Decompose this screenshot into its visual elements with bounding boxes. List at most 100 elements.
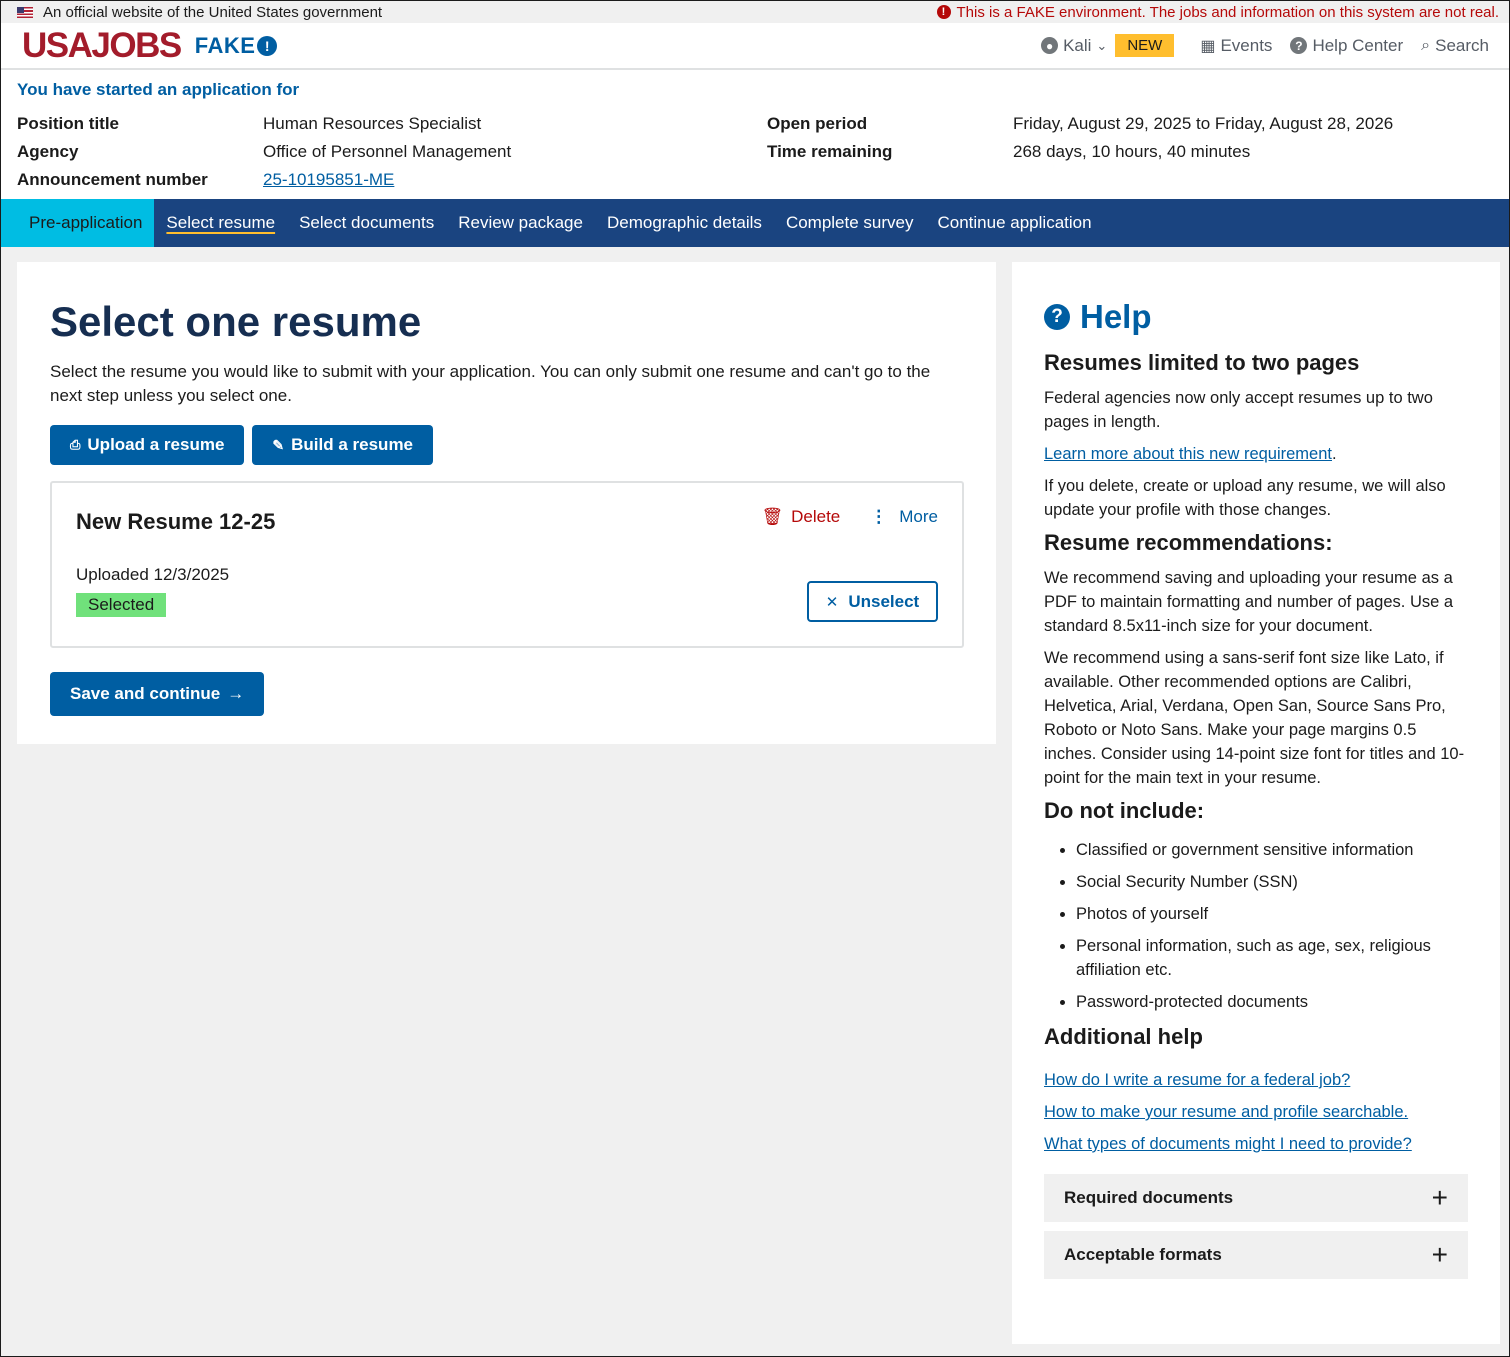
more-label: More (899, 507, 938, 526)
calendar-icon: ▦ (1200, 37, 1216, 55)
announcement-link[interactable]: 25-10195851-ME (263, 170, 394, 190)
recommendations-text-1: We recommend saving and uploading your r… (1044, 569, 1454, 635)
application-summary: You have started an application for Posi… (1, 70, 1509, 199)
application-step-nav: Pre-application Select resume Select doc… (1, 199, 1509, 247)
agency-value: Office of Personnel Management (263, 142, 512, 161)
open-period-label: Open period (767, 114, 868, 133)
site-header: USAJOBS FAKE ! ● Kali ⌄ NEW ▦ Events ? H… (1, 23, 1509, 70)
agency-row: Agency Office of Personnel Management Ti… (17, 138, 1493, 166)
upload-resume-button[interactable]: ⎙ Upload a resume (50, 425, 245, 465)
delete-label: Delete (791, 507, 841, 526)
accordion-formats-label: Acceptable formats (1064, 1245, 1222, 1264)
gov-banner-left: An official website of the United States… (17, 4, 382, 21)
started-heading: You have started an application for (17, 80, 300, 99)
us-flag-icon (17, 6, 33, 18)
plus-icon: + (1431, 1182, 1448, 1213)
agency-label: Agency (17, 142, 79, 161)
usajobs-logo[interactable]: USAJOBS (22, 28, 182, 63)
list-item: Social Security Number (SSN) (1076, 870, 1468, 894)
accordion-acceptable-formats[interactable]: Acceptable formats + (1044, 1231, 1468, 1279)
more-options-button[interactable]: ⋮ More (870, 507, 938, 527)
announcement-row: Announcement number 25-10195851-ME (17, 166, 1493, 194)
utility-nav: ● Kali ⌄ NEW ▦ Events ? Help Center ⌕ Se… (1041, 34, 1489, 57)
info-icon[interactable]: ! (257, 35, 278, 56)
help-title-text: Help (1080, 298, 1152, 335)
announcement-label: Announcement number (17, 170, 208, 189)
step-complete-survey[interactable]: Complete survey (774, 199, 926, 247)
arrow-right-icon: → (227, 684, 245, 703)
events-label: Events (1220, 35, 1273, 55)
unselect-label: Unselect (848, 591, 920, 611)
fake-label: FAKE ! (195, 33, 278, 59)
resume-selection-card: Select one resume Select the resume you … (17, 262, 996, 744)
unselect-button[interactable]: ✕ Unselect (807, 581, 938, 622)
official-website-text: An official website of the United States… (43, 3, 383, 21)
resume-card: New Resume 12-25 Uploaded 12/3/2025 Sele… (50, 481, 964, 648)
resume-limit-text: Federal agencies now only accept resumes… (1044, 389, 1433, 431)
list-item: Photos of yourself (1076, 902, 1468, 926)
recommendations-text-2: We recommend using a sans-serif font siz… (1044, 649, 1465, 787)
learn-more-link[interactable]: Learn more about this new requirement (1044, 445, 1332, 463)
trash-icon: 🗑 (761, 507, 784, 526)
learn-more-paragraph: Learn more about this new requirement. (1044, 445, 1337, 463)
fake-warning-text: This is a FAKE environment. The jobs and… (956, 3, 1499, 21)
new-badge: NEW (1115, 34, 1175, 57)
fake-label-text: FAKE (194, 32, 256, 58)
step-select-documents[interactable]: Select documents (287, 199, 446, 247)
list-item: Classified or government sensitive infor… (1076, 838, 1468, 862)
upload-resume-label: Upload a resume (87, 435, 225, 454)
save-and-continue-button[interactable]: Save and continue → (50, 672, 265, 716)
position-value: Human Resources Specialist (263, 114, 482, 133)
more-vertical-icon: ⋮ (870, 507, 888, 526)
additional-help-heading: Additional help (1044, 1024, 1203, 1049)
help-center-link[interactable]: ? Help Center (1290, 36, 1403, 56)
list-item: Personal information, such as age, sex, … (1076, 934, 1468, 982)
open-period-value: Friday, August 29, 2025 to Friday, Augus… (1013, 114, 1394, 133)
step-demographic-details[interactable]: Demographic details (595, 199, 774, 247)
help-link-document-types[interactable]: What types of documents might I need to … (1044, 1132, 1468, 1156)
step-pre-application[interactable]: Pre-application (1, 199, 155, 247)
alert-icon: ! (936, 5, 951, 19)
build-resume-label: Build a resume (291, 435, 414, 454)
events-link[interactable]: ▦ Events (1200, 36, 1272, 56)
search-link[interactable]: ⌕ Search (1421, 36, 1489, 56)
help-center-label: Help Center (1312, 35, 1404, 55)
help-icon: ? (1290, 37, 1308, 54)
help-link-searchable-resume[interactable]: How to make your resume and profile sear… (1044, 1100, 1468, 1124)
delete-resume-button[interactable]: 🗑 Delete (762, 507, 841, 527)
list-item: Password-protected documents (1076, 990, 1468, 1014)
plus-icon: + (1431, 1239, 1448, 1270)
close-icon: ✕ (825, 593, 839, 611)
time-remaining-label: Time remaining (767, 142, 893, 161)
step-review-package[interactable]: Review package (446, 199, 595, 247)
page-title: Select one resume (50, 298, 422, 345)
step-select-resume[interactable]: Select resume (154, 199, 287, 247)
save-and-continue-label: Save and continue (70, 684, 221, 703)
profile-update-text: If you delete, create or upload any resu… (1044, 477, 1446, 519)
search-label: Search (1435, 35, 1489, 55)
application-details: Position title Human Resources Specialis… (17, 110, 1493, 194)
build-resume-button[interactable]: ✎ Build a resume (252, 425, 434, 465)
chevron-down-icon: ⌄ (1096, 37, 1108, 53)
resume-recommendations-heading: Resume recommendations: (1044, 530, 1333, 555)
pencil-icon: ✎ (272, 436, 285, 453)
question-icon: ? (1044, 304, 1070, 330)
file-upload-icon: ⎙ (70, 437, 81, 452)
selected-status-tag: Selected (76, 593, 167, 617)
step-continue-application[interactable]: Continue application (926, 199, 1104, 247)
help-panel: ? Help Resumes limited to two pages Fede… (1012, 262, 1500, 1344)
user-menu[interactable]: ● Kali ⌄ (1041, 36, 1107, 56)
resume-action-buttons: ⎙ Upload a resume ✎ Build a resume (50, 425, 963, 465)
user-name: Kali (1063, 35, 1092, 55)
help-link-federal-resume[interactable]: How do I write a resume for a federal jo… (1044, 1068, 1468, 1092)
accordion-required-label: Required documents (1064, 1188, 1234, 1207)
position-row: Position title Human Resources Specialis… (17, 110, 1493, 138)
accordion-required-documents[interactable]: Required documents + (1044, 1174, 1468, 1222)
brand: USAJOBS FAKE ! (22, 28, 278, 63)
gov-banner: An official website of the United States… (1, 1, 1509, 23)
do-not-include-heading: Do not include: (1044, 798, 1205, 823)
search-icon: ⌕ (1421, 36, 1431, 54)
do-not-include-list: Classified or government sensitive infor… (1044, 838, 1468, 1014)
resume-limit-heading: Resumes limited to two pages (1044, 350, 1360, 375)
resume-actions: 🗑 Delete ⋮ More (762, 507, 938, 527)
